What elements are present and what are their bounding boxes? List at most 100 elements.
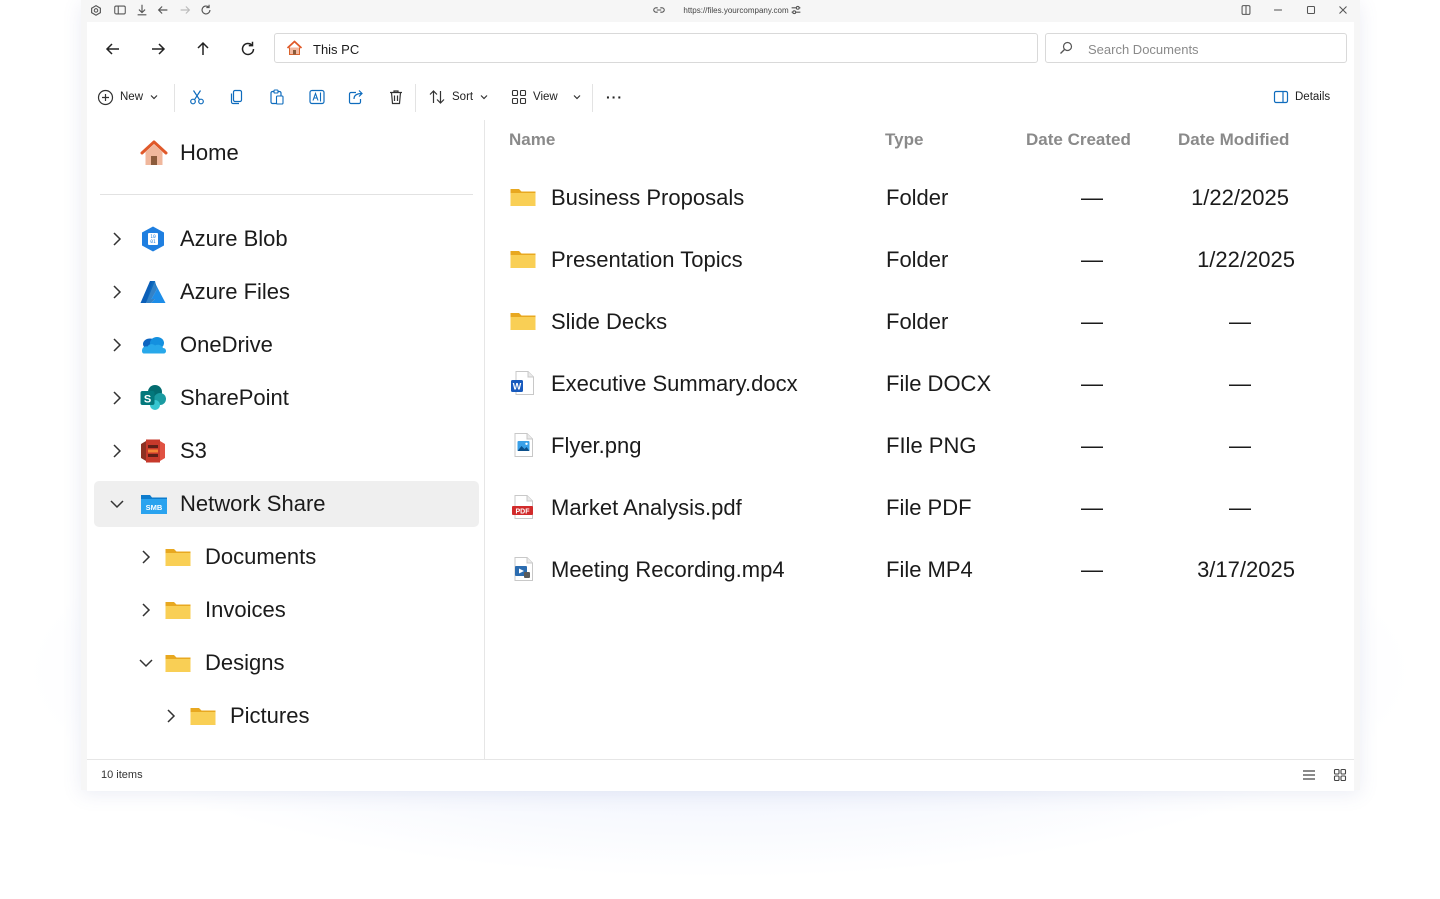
file-row[interactable]: Business Proposals Folder — 1/22/2025 xyxy=(507,174,1347,220)
browser-reload-icon[interactable] xyxy=(199,3,215,19)
column-header-date-created[interactable]: Date Created xyxy=(1026,130,1131,150)
file-name: Slide Decks xyxy=(551,309,668,334)
split-view-icon[interactable] xyxy=(1239,3,1255,19)
column-header-type[interactable]: Type xyxy=(885,130,923,150)
close-icon[interactable] xyxy=(1336,3,1352,19)
file-row[interactable]: Slide Decks Folder — — xyxy=(507,298,1347,344)
file-date-modified: — xyxy=(1229,433,1251,458)
extensions-icon[interactable] xyxy=(89,3,105,19)
file-name: Presentation Topics xyxy=(551,247,743,272)
chevron-right-icon[interactable] xyxy=(107,388,127,408)
more-options-button[interactable]: ··· xyxy=(606,84,623,110)
details-button[interactable]: Details xyxy=(1273,84,1330,110)
svg-text:PDF: PDF xyxy=(516,508,531,515)
column-header-name[interactable]: Name xyxy=(509,130,555,150)
maximize-icon[interactable] xyxy=(1304,3,1320,19)
sidebar-item-designs[interactable]: Designs xyxy=(136,640,466,686)
column-header-date-modified[interactable]: Date Modified xyxy=(1178,130,1289,150)
sort-button[interactable]: Sort xyxy=(428,84,489,110)
chevron-down-icon[interactable] xyxy=(136,653,156,673)
home-icon xyxy=(139,139,168,167)
copy-icon xyxy=(230,89,243,105)
details-pane-icon xyxy=(1273,90,1289,104)
list-view-icon[interactable] xyxy=(1301,767,1317,783)
toolbar-divider xyxy=(174,84,175,112)
sidebar-item-invoices[interactable]: Invoices xyxy=(136,587,466,633)
download-icon[interactable] xyxy=(135,3,151,19)
chevron-right-icon[interactable] xyxy=(107,229,127,249)
sidebar-label: Pictures xyxy=(230,703,310,728)
file-date-modified: 1/22/2025 xyxy=(1191,185,1289,210)
forward-button[interactable] xyxy=(145,36,171,62)
chevron-right-icon[interactable] xyxy=(107,441,127,461)
tiles-view-icon[interactable] xyxy=(1332,767,1348,783)
sharepoint-icon: S xyxy=(139,384,167,412)
sidebar-toggle-icon[interactable] xyxy=(113,3,129,19)
status-bar: 10 items xyxy=(87,759,1354,791)
grid-view-icon xyxy=(511,89,527,105)
file-type: Folder xyxy=(886,185,949,210)
chevron-right-icon[interactable] xyxy=(107,335,127,355)
chevron-down-icon[interactable] xyxy=(107,494,127,514)
smb-icon: SMB xyxy=(139,490,167,518)
sidebar-item-network-share[interactable]: SMB Network Share xyxy=(107,481,467,527)
file-date-modified: — xyxy=(1229,309,1251,334)
sidebar-item-sharepoint[interactable]: S SharePoint xyxy=(107,375,467,421)
app-window: https://files.yourcompany.com This PC Se… xyxy=(81,0,1360,791)
share-button[interactable] xyxy=(347,84,365,110)
sidebar-item-azure-files[interactable]: Azure Files xyxy=(107,269,467,315)
rename-button[interactable] xyxy=(308,84,326,110)
file-row[interactable]: Meeting Recording.mp4 File MP4 — 3/17/20… xyxy=(507,546,1347,592)
item-count: 10 items xyxy=(101,769,143,781)
pane-splitter[interactable] xyxy=(484,120,485,760)
chevron-right-icon[interactable] xyxy=(136,547,156,567)
toolbar-divider xyxy=(592,84,593,112)
paste-button[interactable] xyxy=(268,84,286,110)
file-row[interactable]: Presentation Topics Folder — 1/22/2025 xyxy=(507,236,1347,282)
view-button[interactable]: View xyxy=(511,84,582,110)
search-box[interactable] xyxy=(1045,33,1347,63)
search-input[interactable] xyxy=(1086,39,1340,59)
file-type: Folder xyxy=(886,247,949,272)
azure-files-icon xyxy=(139,278,167,306)
pdf-file-icon: PDF xyxy=(509,493,537,521)
address-bar[interactable]: This PC xyxy=(274,33,1038,63)
chevron-right-icon[interactable] xyxy=(136,600,156,620)
sidebar-item-pictures[interactable]: Pictures xyxy=(161,693,461,739)
minimize-icon[interactable] xyxy=(1271,3,1287,19)
scissors-icon xyxy=(190,90,204,105)
sidebar-item-onedrive[interactable]: OneDrive xyxy=(107,322,467,368)
back-button[interactable] xyxy=(100,36,126,62)
sidebar-label: SharePoint xyxy=(180,385,289,410)
sidebar-item-documents[interactable]: Documents xyxy=(136,534,466,580)
azure-blob-icon: 10 01 xyxy=(139,225,167,253)
rename-icon xyxy=(309,89,325,105)
file-type: File PDF xyxy=(886,495,972,520)
file-date-created: — xyxy=(1081,495,1103,520)
tune-icon[interactable] xyxy=(789,3,805,19)
cut-button[interactable] xyxy=(188,84,206,110)
file-row[interactable]: Flyer.png FIle PNG — — xyxy=(507,422,1347,468)
file-date-created: — xyxy=(1081,309,1103,334)
up-button[interactable] xyxy=(190,36,216,62)
arrow-up-icon xyxy=(197,41,209,55)
arrow-left-icon xyxy=(105,43,119,55)
file-row[interactable]: W Executive Summary.docx File DOCX — — xyxy=(507,360,1347,406)
sidebar-item-azure-blob[interactable]: 10 01 Azure Blob xyxy=(107,216,467,262)
chevron-right-icon[interactable] xyxy=(107,282,127,302)
s3-icon xyxy=(139,437,167,465)
browser-back-icon[interactable] xyxy=(156,3,172,19)
copy-button[interactable] xyxy=(228,84,246,110)
folder-icon xyxy=(164,596,192,624)
clipboard-icon xyxy=(270,89,284,105)
file-row[interactable]: PDF Market Analysis.pdf File PDF — — xyxy=(507,484,1347,530)
browser-forward-icon[interactable] xyxy=(178,3,194,19)
chevron-right-icon[interactable] xyxy=(161,706,181,726)
sidebar-item-s3[interactable]: S3 xyxy=(107,428,467,474)
sidebar-item-home[interactable]: Home xyxy=(139,130,439,176)
refresh-button[interactable] xyxy=(235,36,261,62)
video-file-icon xyxy=(509,555,537,583)
details-label: Details xyxy=(1295,91,1331,103)
delete-button[interactable] xyxy=(387,84,405,110)
new-button[interactable]: New xyxy=(97,84,159,110)
